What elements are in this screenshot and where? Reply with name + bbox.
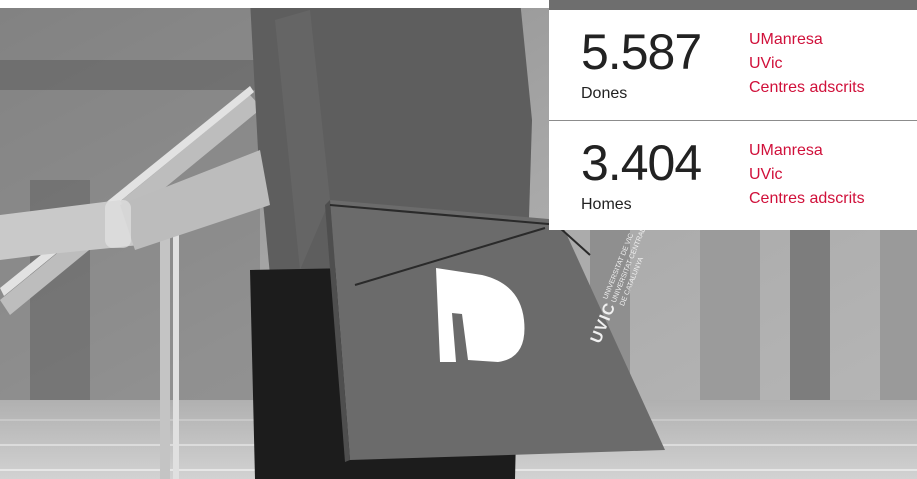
link-umanresa[interactable]: UManresa bbox=[749, 139, 865, 163]
stat-row-women: 5.587 Dones UManresa UVic Centres adscri… bbox=[549, 10, 917, 120]
stat-number: 3.404 bbox=[581, 135, 702, 191]
link-uvic[interactable]: UVic bbox=[749, 163, 865, 187]
top-strip-dark bbox=[549, 0, 917, 10]
stat-links: UManresa UVic Centres adscrits bbox=[749, 139, 865, 211]
stat-links: UManresa UVic Centres adscrits bbox=[749, 28, 865, 100]
stat-row-men: 3.404 Homes UManresa UVic Centres adscri… bbox=[549, 121, 917, 231]
link-centres-adscrits[interactable]: Centres adscrits bbox=[749, 76, 865, 100]
link-uvic[interactable]: UVic bbox=[749, 52, 865, 76]
stats-panel: 5.587 Dones UManresa UVic Centres adscri… bbox=[549, 10, 917, 230]
stat-number: 5.587 bbox=[581, 24, 702, 80]
stat-label: Homes bbox=[581, 196, 632, 213]
link-umanresa[interactable]: UManresa bbox=[749, 28, 865, 52]
link-centres-adscrits[interactable]: Centres adscrits bbox=[749, 187, 865, 211]
top-strip-light bbox=[0, 0, 549, 8]
stat-label: Dones bbox=[581, 85, 628, 102]
